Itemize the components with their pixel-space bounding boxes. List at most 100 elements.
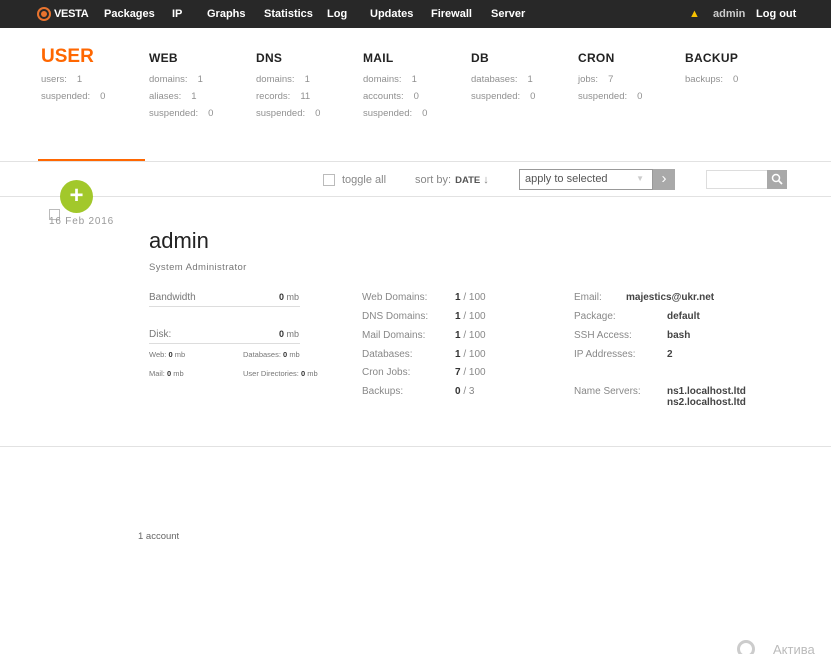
nav-packages[interactable]: Packages bbox=[104, 8, 155, 20]
ssh-value: bash bbox=[667, 330, 691, 341]
ns1-value: ns1.localhost.ltd bbox=[667, 386, 746, 397]
stat-row: suspended: 0 bbox=[256, 108, 321, 119]
nav-ip[interactable]: IP bbox=[172, 8, 182, 20]
top-navbar: VESTA Packages IP Graphs Statistics Log … bbox=[0, 0, 831, 28]
stat-row: suspended: 0 bbox=[149, 108, 214, 119]
nav-firewall[interactable]: Firewall bbox=[431, 8, 472, 20]
stat-web[interactable]: WEB domains: 1 aliases: 1 suspended: 0 bbox=[149, 46, 213, 119]
nav-statistics[interactable]: Statistics bbox=[264, 8, 313, 20]
stat-row: databases: 1 bbox=[471, 74, 533, 85]
toggle-all-label[interactable]: toggle all bbox=[342, 174, 386, 186]
stat-row: suspended: 0 bbox=[363, 108, 428, 119]
stat-row: suspended: 0 bbox=[471, 91, 536, 102]
package-label: Package: bbox=[574, 311, 616, 322]
logout-link[interactable]: Log out bbox=[756, 8, 796, 20]
email-value: majestics@ukr.net bbox=[626, 292, 715, 303]
limit-value: 0 / 3 bbox=[455, 386, 475, 397]
divider bbox=[0, 446, 831, 447]
disk-web: Web: 0 mb bbox=[149, 350, 186, 359]
stat-dns[interactable]: DNS domains: 1 records: 11 suspended: 0 bbox=[256, 46, 320, 119]
stat-title: WEB bbox=[149, 51, 178, 65]
ip-label: IP Addresses: bbox=[574, 349, 636, 360]
limit-label: DNS Domains: bbox=[362, 311, 429, 322]
sort-arrow-icon: ↓ bbox=[483, 174, 489, 186]
limit-value: 7 / 100 bbox=[455, 367, 486, 378]
nav-log[interactable]: Log bbox=[327, 8, 347, 20]
limit-label: Databases: bbox=[362, 349, 413, 360]
stat-title: BACKUP bbox=[685, 51, 739, 65]
stat-row: domains: 1 bbox=[363, 74, 417, 85]
stat-row: suspended: 0 bbox=[578, 91, 643, 102]
stat-backup[interactable]: BACKUP backups: 0 bbox=[685, 46, 738, 85]
vesta-logo-icon bbox=[37, 7, 51, 21]
divider bbox=[0, 196, 831, 197]
disk-mail: Mail: 0 mb bbox=[149, 369, 184, 378]
stat-db[interactable]: DB databases: 1 suspended: 0 bbox=[471, 46, 535, 102]
limit-value: 1 / 100 bbox=[455, 311, 486, 322]
sort-by[interactable]: sort by: DATE ↓ bbox=[415, 174, 489, 186]
bulk-action-value: apply to selected bbox=[525, 173, 608, 185]
bulk-action-select[interactable]: apply to selected ▼ bbox=[519, 169, 653, 190]
sort-by-label: sort by: bbox=[415, 174, 452, 186]
plus-icon: + bbox=[69, 182, 84, 209]
stat-row: users: 1 bbox=[41, 74, 83, 85]
sort-value: DATE bbox=[455, 175, 481, 186]
account-username[interactable]: admin bbox=[149, 228, 209, 254]
search-input[interactable] bbox=[706, 170, 768, 189]
disk-bar bbox=[149, 343, 300, 344]
stat-row: jobs: 7 bbox=[578, 74, 614, 85]
bandwidth-label: Bandwidth bbox=[149, 292, 196, 303]
disk-user-directories: User Directories: 0 mb bbox=[243, 369, 318, 378]
disk-value: 0 mb bbox=[278, 329, 299, 339]
stat-row: records: 11 bbox=[256, 91, 311, 102]
disk-label: Disk: bbox=[149, 329, 172, 340]
stat-title: USER bbox=[41, 46, 94, 67]
account-fullname: System Administrator bbox=[149, 262, 247, 273]
limit-label: Mail Domains: bbox=[362, 330, 426, 341]
stat-cron[interactable]: CRON jobs: 7 suspended: 0 bbox=[578, 46, 642, 102]
limit-value: 1 / 100 bbox=[455, 292, 486, 303]
stat-row: domains: 1 bbox=[256, 74, 310, 85]
chevron-right-icon: › bbox=[661, 170, 667, 187]
limit-value: 1 / 100 bbox=[455, 330, 486, 341]
bandwidth-value: 0 mb bbox=[278, 292, 299, 302]
stat-title: CRON bbox=[578, 51, 615, 65]
top-user-link[interactable]: admin bbox=[713, 8, 745, 20]
stat-row: domains: 1 bbox=[149, 74, 203, 85]
stat-row: backups: 0 bbox=[685, 74, 739, 85]
toggle-all-checkbox[interactable] bbox=[323, 174, 335, 186]
disk-databases: Databases: 0 mb bbox=[243, 350, 300, 359]
ns-label: Name Servers: bbox=[574, 386, 641, 397]
ip-value: 2 bbox=[667, 349, 673, 360]
nav-updates[interactable]: Updates bbox=[370, 8, 413, 20]
nav-graphs[interactable]: Graphs bbox=[207, 8, 246, 20]
package-value: default bbox=[667, 311, 700, 322]
divider bbox=[0, 161, 831, 162]
limit-label: Backups: bbox=[362, 386, 404, 397]
ns2-value: ns2.localhost.ltd bbox=[667, 397, 746, 408]
account-date: 16 Feb 2016 bbox=[49, 216, 114, 227]
vesta-logo[interactable]: VESTA bbox=[37, 7, 89, 21]
account-count: 1 account bbox=[138, 531, 180, 542]
stat-row: accounts: 0 bbox=[363, 91, 419, 102]
limit-value: 1 / 100 bbox=[455, 349, 486, 360]
stat-title: DNS bbox=[256, 51, 283, 65]
limit-label: Cron Jobs: bbox=[362, 367, 411, 378]
apply-button[interactable]: › bbox=[653, 169, 675, 190]
ssh-label: SSH Access: bbox=[574, 330, 632, 341]
ring-icon bbox=[737, 640, 755, 654]
limit-label: Web Domains: bbox=[362, 292, 428, 303]
stat-title: MAIL bbox=[363, 51, 394, 65]
stat-mail[interactable]: MAIL domains: 1 accounts: 0 suspended: 0 bbox=[363, 46, 427, 119]
bell-icon[interactable]: ▲ bbox=[689, 8, 700, 20]
chevron-down-icon: ▼ bbox=[636, 174, 644, 183]
search-icon bbox=[771, 173, 783, 185]
activation-watermark: Актива bbox=[737, 640, 815, 654]
add-user-button[interactable]: + bbox=[60, 180, 93, 213]
nav-server[interactable]: Server bbox=[491, 8, 525, 20]
stat-user[interactable]: USER users: 1 suspended: 0 bbox=[41, 46, 105, 102]
stat-title: DB bbox=[471, 51, 489, 65]
logo-text: VESTA bbox=[54, 8, 89, 20]
stat-row: suspended: 0 bbox=[41, 91, 106, 102]
search-button[interactable] bbox=[767, 170, 787, 189]
